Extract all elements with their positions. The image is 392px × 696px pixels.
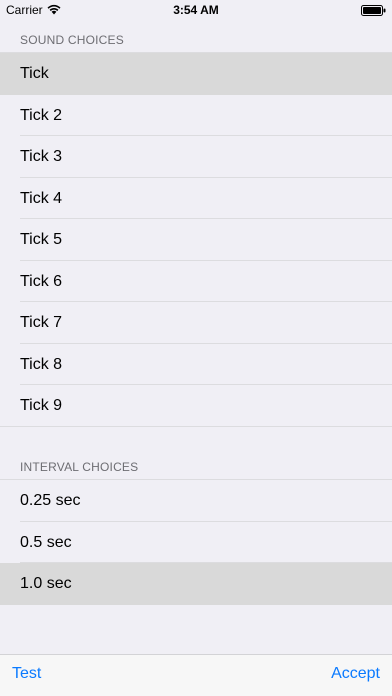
sound-choice-row[interactable]: Tick 7 bbox=[0, 302, 392, 344]
interval-choice-label: 0.25 sec bbox=[20, 492, 81, 509]
accept-button[interactable]: Accept bbox=[331, 665, 380, 683]
battery-icon bbox=[361, 5, 386, 16]
sound-choice-row[interactable]: Tick 3 bbox=[0, 136, 392, 178]
sound-choice-label: Tick 3 bbox=[20, 148, 63, 165]
sound-choice-label: Tick 2 bbox=[20, 106, 63, 124]
sound-choice-row[interactable]: Tick 4 bbox=[0, 177, 392, 219]
status-bar: Carrier 3:54 AM bbox=[0, 0, 392, 20]
sound-choice-row[interactable]: Tick 6 bbox=[0, 260, 392, 302]
sound-choice-label: Tick 6 bbox=[20, 272, 63, 290]
bottom-toolbar: Test Accept bbox=[0, 654, 392, 696]
sound-choice-row[interactable]: Tick 5 bbox=[0, 219, 392, 261]
sound-choice-row[interactable]: Tick bbox=[0, 53, 392, 95]
interval-choice-label: 0.5 sec bbox=[20, 533, 72, 551]
interval-choice-row[interactable]: 0.25 sec bbox=[0, 480, 392, 522]
interval-choices-list: 0.25 sec 0.5 sec 1.0 sec bbox=[0, 480, 392, 605]
sound-choice-row[interactable]: Tick 9 bbox=[0, 385, 392, 427]
sound-choice-label: Tick bbox=[20, 65, 49, 82]
sound-choice-label: Tick 7 bbox=[20, 314, 63, 331]
interval-choice-row[interactable]: 1.0 sec bbox=[0, 563, 392, 605]
sound-choices-list: Tick Tick 2 Tick 3 Tick 4 Tick 5 Tick 6 Tick 7… bbox=[0, 53, 392, 427]
status-time: 3:54 AM bbox=[173, 3, 219, 17]
sound-choice-label: Tick 4 bbox=[20, 189, 63, 207]
interval-choice-label: 1.0 sec bbox=[20, 575, 72, 592]
sound-choice-label: Tick 8 bbox=[20, 355, 63, 373]
sound-choice-row[interactable]: Tick 2 bbox=[0, 94, 392, 136]
interval-choices-header: INTERVAL CHOICES bbox=[20, 460, 139, 474]
sound-choice-label: Tick 5 bbox=[20, 231, 63, 248]
sound-choice-label: Tick 9 bbox=[20, 397, 63, 414]
test-button[interactable]: Test bbox=[12, 665, 41, 683]
interval-choice-row[interactable]: 0.5 sec bbox=[0, 521, 392, 563]
sound-choice-row[interactable]: Tick 8 bbox=[0, 343, 392, 385]
sound-choices-header: SOUND CHOICES bbox=[20, 33, 124, 47]
